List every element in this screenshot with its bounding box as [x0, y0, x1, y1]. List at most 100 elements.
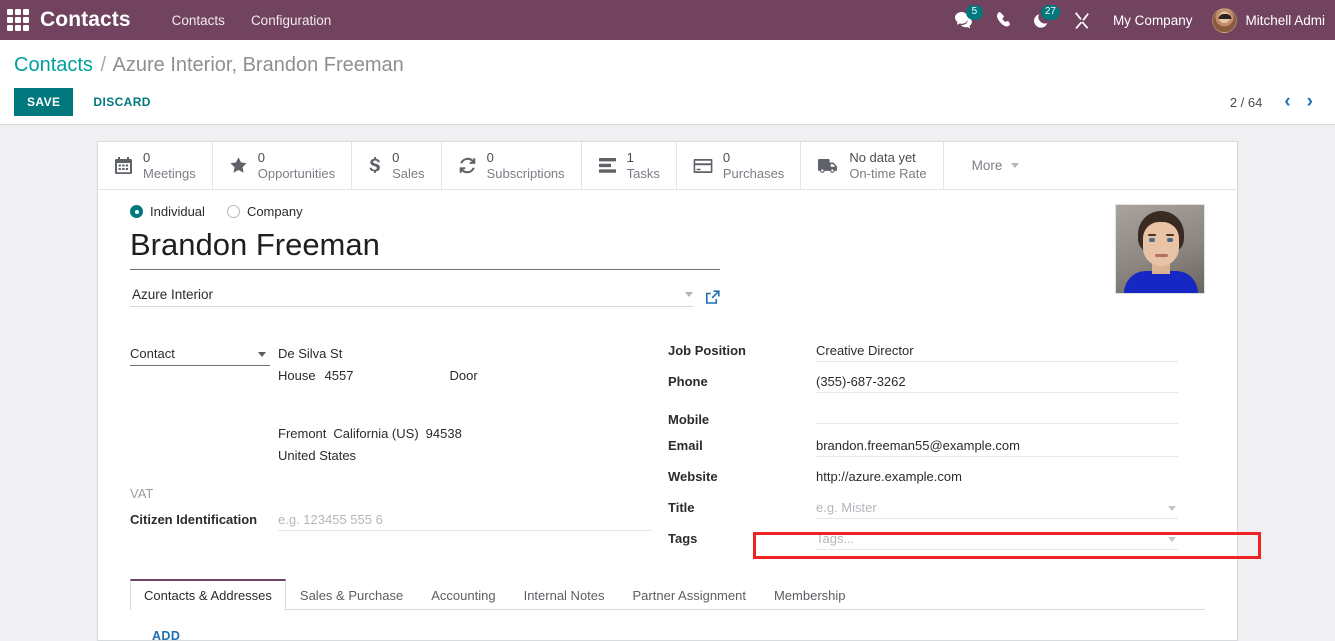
photo-mouth: [1155, 254, 1168, 257]
open-company-external-link-icon[interactable]: [705, 290, 720, 307]
stat-button-purchases[interactable]: 0 Purchases: [676, 142, 802, 189]
form-view-container: 0 Meetings 0 Opportunities 0 Sales 0 Sub…: [0, 125, 1335, 641]
photo-eye-left: [1149, 238, 1155, 242]
tags-input[interactable]: Tags...: [816, 531, 1178, 550]
truck-icon: [817, 158, 839, 174]
stat-button-meetings[interactable]: 0 Meetings: [98, 142, 213, 189]
menu-item-contacts[interactable]: Contacts: [159, 0, 238, 40]
notebook-tabs: Contacts & Addresses Sales & Purchase Ac…: [130, 578, 1205, 610]
stat-button-tasks[interactable]: 1 Tasks: [581, 142, 677, 189]
contact-photo[interactable]: [1115, 204, 1205, 294]
contact-name-input[interactable]: [130, 226, 720, 270]
stat-button-sales[interactable]: 0 Sales: [352, 142, 442, 189]
tab-contacts-addresses[interactable]: Contacts & Addresses: [130, 579, 286, 610]
menu-item-configuration[interactable]: Configuration: [238, 0, 344, 40]
vat-label: VAT: [130, 486, 154, 501]
save-button[interactable]: SAVE: [14, 88, 74, 116]
messages-icon[interactable]: 5: [943, 0, 985, 40]
pager-next-icon[interactable]: ›: [1299, 92, 1321, 111]
phone-icon[interactable]: [985, 0, 1023, 40]
company-switcher[interactable]: My Company: [1101, 0, 1205, 40]
refresh-icon: [458, 156, 477, 175]
stat-button-more[interactable]: More: [944, 142, 1048, 189]
stat-value: 0: [392, 150, 400, 166]
star-icon: [229, 156, 248, 175]
company-input[interactable]: [130, 286, 676, 303]
field-website: Website http://azure.example.com: [668, 469, 1178, 489]
breadcrumb-root[interactable]: Contacts: [14, 54, 93, 76]
radio-company[interactable]: Company: [226, 204, 303, 219]
app-brand-contacts[interactable]: Contacts: [40, 8, 131, 32]
address-house-door: House 4557 Door: [278, 365, 652, 387]
address-spacer: [278, 387, 652, 423]
website-label: Website: [668, 469, 718, 484]
stat-label: On-time Rate: [849, 165, 927, 181]
field-mobile: Mobile: [668, 405, 1178, 427]
user-menu[interactable]: Mitchell Admi: [1204, 0, 1335, 40]
discard-button[interactable]: DISCARD: [81, 88, 162, 116]
field-job-position: Job Position Creative Director: [668, 343, 1178, 363]
tab-partner-assignment[interactable]: Partner Assignment: [619, 579, 760, 610]
systray: 5 27 My Company Mitchell Admi: [943, 0, 1335, 40]
radio-individual[interactable]: Individual: [130, 204, 205, 219]
website-input[interactable]: http://azure.example.com: [816, 469, 1178, 488]
photo-face: [1143, 222, 1179, 266]
stat-text: 1 Tasks: [627, 150, 660, 181]
stat-label: Tasks: [626, 165, 660, 181]
partner-type-radio-group: Individual Company: [130, 204, 1205, 219]
chevron-down-icon[interactable]: [685, 292, 693, 297]
pager-value: 2 / 64: [1229, 94, 1263, 110]
phone-input[interactable]: (355)-687-3262: [816, 374, 1178, 393]
address-type-select[interactable]: ContactInvoice AddressDelivery AddressOt…: [130, 346, 270, 366]
notebook-content: ADD: [130, 610, 1205, 641]
title-input[interactable]: e.g. Mister: [816, 500, 1178, 519]
tab-internal-notes[interactable]: Internal Notes: [510, 579, 619, 610]
email-input[interactable]: brandon.freeman55@example.com: [816, 438, 1178, 457]
activities-badge: 27: [1040, 5, 1060, 20]
address-house-label: House: [278, 368, 316, 383]
messages-badge: 5: [965, 5, 983, 20]
stat-button-opportunities[interactable]: 0 Opportunities: [212, 142, 353, 189]
address-house-value[interactable]: 4557: [325, 365, 354, 387]
contact-details-column: Job Position Creative Director Phone (35…: [668, 343, 1178, 562]
notebook: Contacts & Addresses Sales & Purchase Ac…: [98, 578, 1237, 641]
address-city-state-zip[interactable]: Fremont California (US) 94538: [278, 423, 652, 445]
tab-accounting[interactable]: Accounting: [417, 579, 509, 610]
tab-sales-purchase[interactable]: Sales & Purchase: [286, 579, 417, 610]
top-navbar: Contacts Contacts Configuration 5 27 My …: [0, 0, 1335, 40]
stat-label: Sales: [392, 165, 425, 181]
tools-wrench-icon[interactable]: [1062, 0, 1101, 40]
stat-more-label: More: [971, 158, 1003, 173]
add-contact-link[interactable]: ADD: [152, 629, 180, 641]
form-body: Individual Company Brandon Freeman Azure…: [98, 190, 1261, 562]
stat-label: Meetings: [143, 165, 196, 181]
stat-text: 0 Opportunities: [258, 150, 335, 181]
field-tags: Tags Tags...: [668, 531, 1178, 551]
vat-value[interactable]: [278, 479, 652, 498]
citizen-identification-input[interactable]: e.g. 123455 555 6: [278, 512, 652, 531]
pager-previous-icon[interactable]: ‹: [1276, 92, 1298, 111]
photo-shirt: [1124, 271, 1198, 293]
tab-membership[interactable]: Membership: [760, 579, 860, 610]
photo-eyebrow-right: [1166, 234, 1174, 236]
stat-button-subscriptions[interactable]: 0 Subscriptions: [441, 142, 582, 189]
stat-text: No data yet On-time Rate: [849, 150, 926, 181]
job-position-input[interactable]: Creative Director: [816, 343, 1178, 362]
activities-clock-icon[interactable]: 27: [1023, 0, 1062, 40]
address-country[interactable]: United States: [278, 445, 652, 467]
company-field-row: [130, 286, 720, 307]
record-pager: 2 / 64 ‹ ›: [1229, 92, 1321, 111]
control-panel: Contacts / Azure Interior, Brandon Freem…: [0, 40, 1335, 125]
mobile-input[interactable]: [816, 405, 1178, 424]
apps-grid-icon[interactable]: [7, 9, 29, 31]
dollar-icon: [368, 156, 382, 175]
address-column: ContactInvoice AddressDelivery AddressOt…: [130, 343, 668, 562]
address-door-label: Door: [449, 368, 478, 383]
address-row: ContactInvoice AddressDelivery AddressOt…: [130, 343, 652, 467]
address-street[interactable]: De Silva St: [278, 343, 652, 365]
stat-button-on-time-rate[interactable]: No data yet On-time Rate: [801, 142, 944, 189]
radio-label: Individual: [150, 204, 205, 219]
breadcrumb-current: Azure Interior, Brandon Freeman: [112, 54, 404, 76]
stat-value: 0: [722, 150, 731, 166]
stat-text: 0 Subscriptions: [487, 150, 565, 181]
